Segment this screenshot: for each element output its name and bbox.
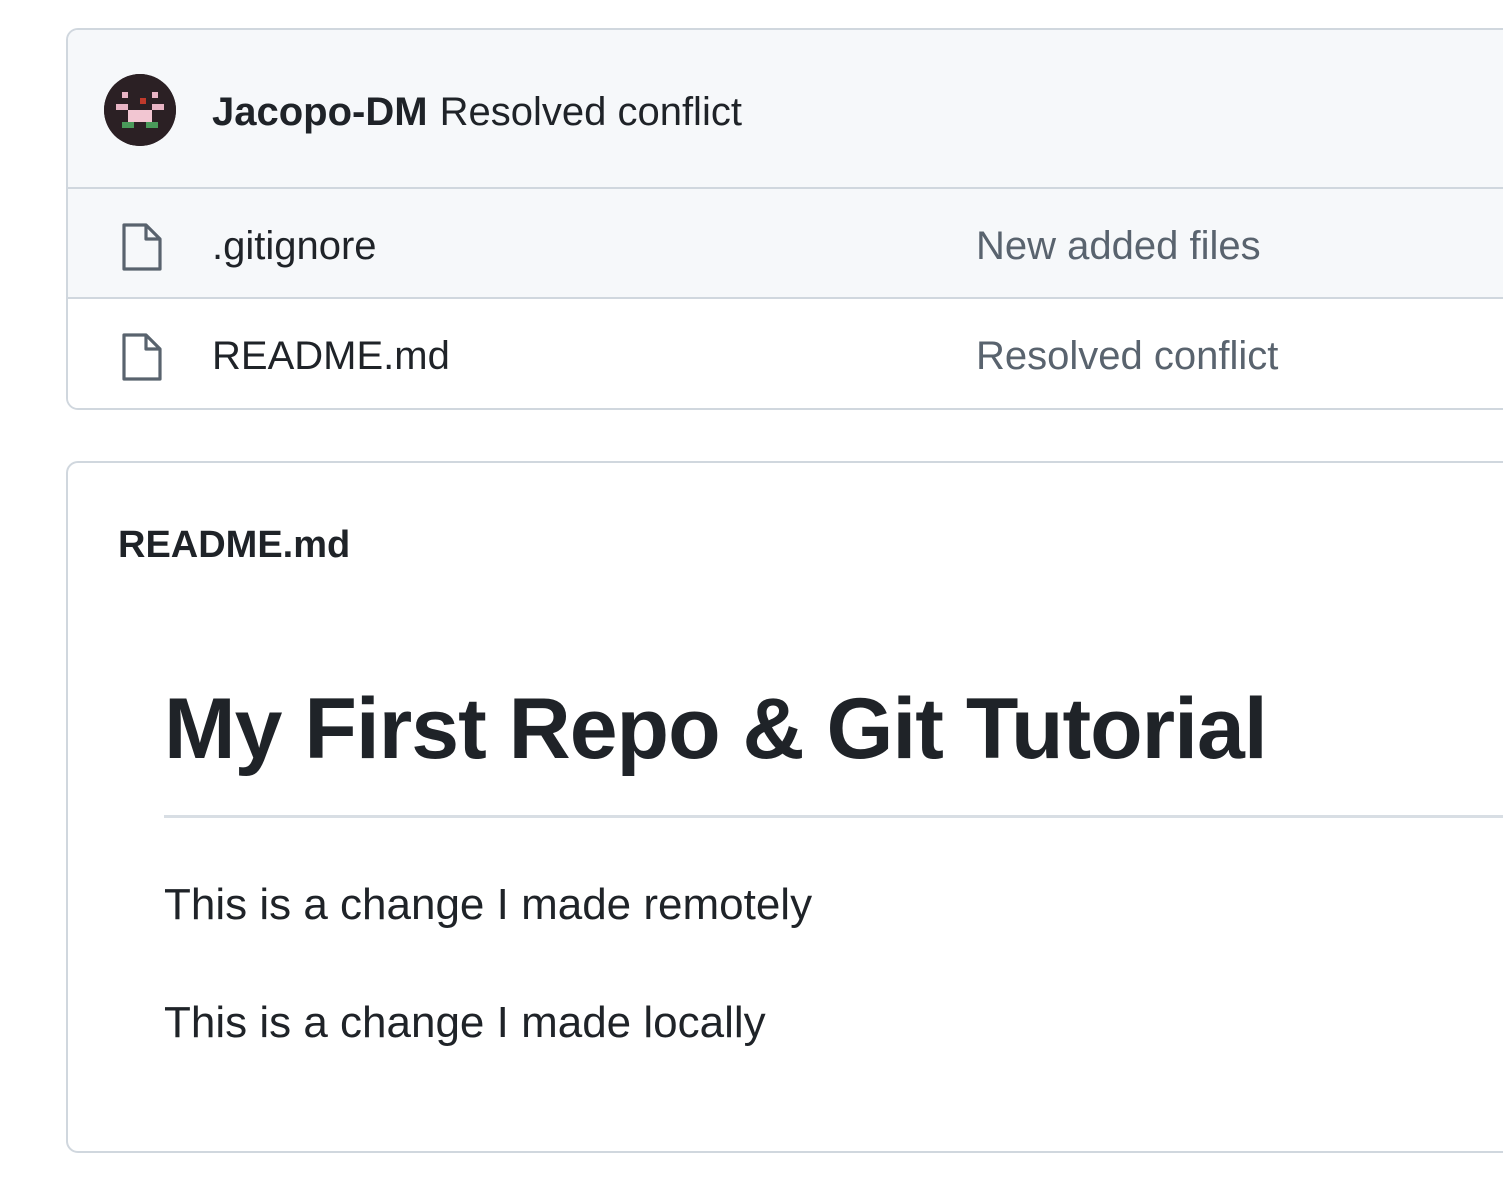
commit-message[interactable]: Resolved conflict [440, 90, 742, 134]
file-name[interactable]: README.md [212, 331, 450, 381]
file-row[interactable]: README.md Resolved conflict [68, 299, 1503, 408]
readme-box: README.md My First Repo & Git Tutorial T… [66, 461, 1503, 1153]
file-list-box: Jacopo-DM Resolved conflict .gitignore Ne… [66, 28, 1503, 410]
readme-paragraph: This is a change I made locally [164, 998, 766, 1047]
file-last-commit-message[interactable]: Resolved conflict [976, 331, 1278, 381]
file-last-commit-message[interactable]: New added files [976, 221, 1261, 271]
commit-author[interactable]: Jacopo-DM [212, 90, 428, 134]
latest-commit-header: Jacopo-DM Resolved conflict [68, 30, 1503, 189]
file-row[interactable]: .gitignore New added files [68, 189, 1503, 299]
avatar-pixel-art [104, 74, 176, 146]
file-name[interactable]: .gitignore [212, 221, 377, 271]
readme-paragraph: This is a change I made remotely [164, 880, 813, 929]
file-icon [122, 223, 162, 271]
readme-title: My First Repo & Git Tutorial [164, 681, 1268, 777]
title-divider [164, 815, 1503, 818]
readme-label[interactable]: README.md [118, 521, 350, 569]
file-icon [122, 333, 162, 381]
avatar[interactable] [104, 74, 176, 146]
commit-summary: Jacopo-DM Resolved conflict [212, 86, 742, 138]
